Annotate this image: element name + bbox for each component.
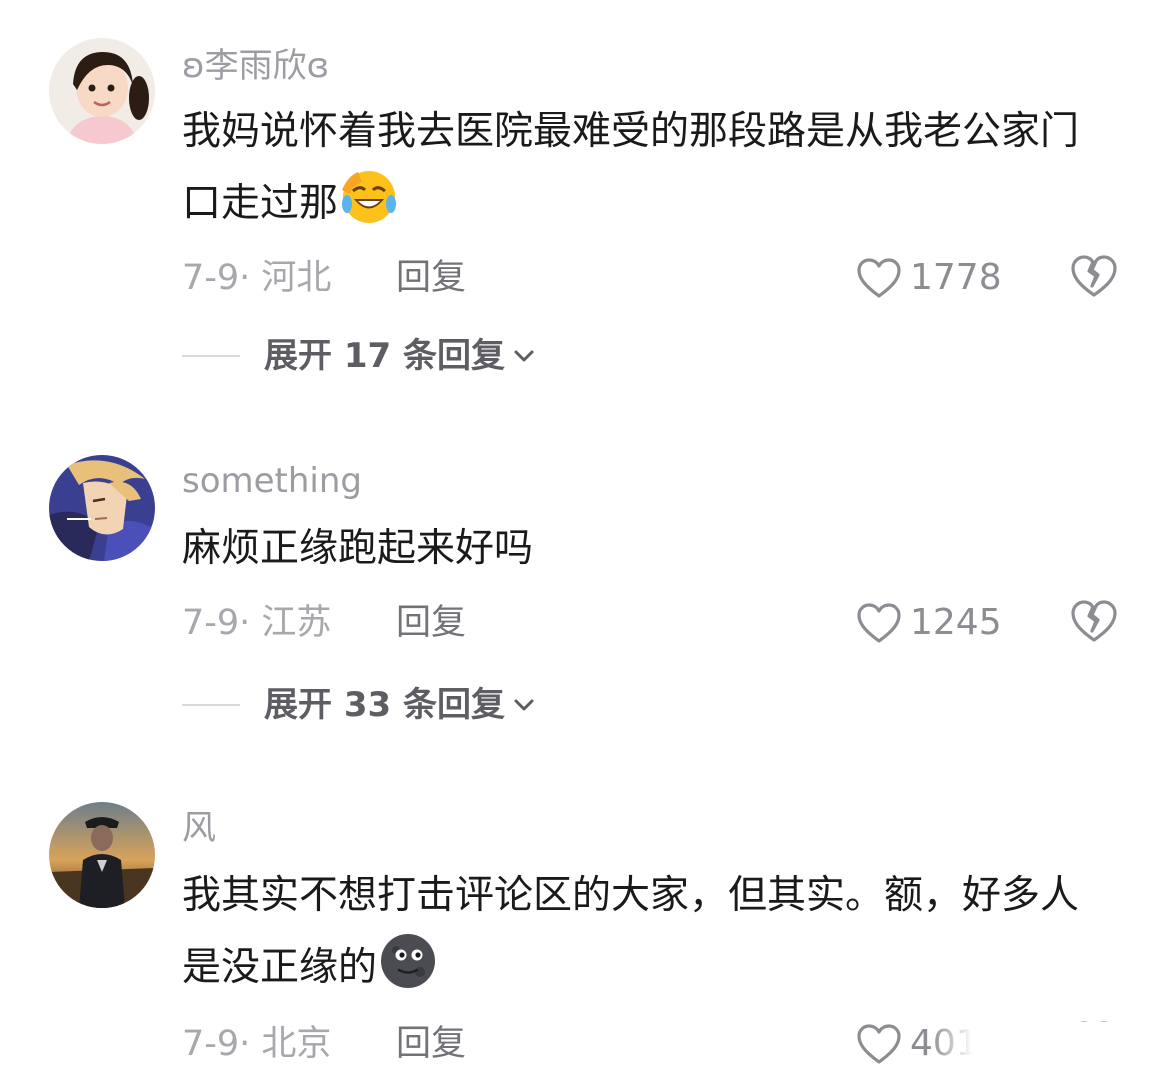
dislike-button[interactable] [1070,254,1118,298]
divider [182,704,240,706]
like-count: 1778 [910,257,1002,298]
divider [182,355,240,357]
broken-heart-icon [1071,255,1117,297]
new-moon-face-emoji [379,932,437,990]
comment-meta: 7-9· 江苏 [182,603,332,643]
dislike-button[interactable] [1070,599,1118,643]
comment-text: 我妈说怀着我去医院最难受的那段路是从我老公家门口走过那 [182,96,1117,240]
like-button[interactable]: 1778 [856,254,1002,302]
comment-meta: 7-9· 河北 [182,258,332,298]
username[interactable]: ʚ李雨欣ɞ [182,42,329,90]
username[interactable]: something [182,457,362,505]
like-count: 1245 [910,602,1002,643]
heart-outline-icon [857,258,901,298]
heart-outline-icon [857,1024,901,1064]
comment-text-content: 麻烦正缘跑起来好吗 [182,526,534,571]
comment-text-content: 我妈说怀着我去医院最难受的那段路是从我老公家门口走过那 [182,109,1080,226]
reply-button[interactable]: 回复 [396,599,466,647]
reply-button[interactable]: 回复 [396,1020,466,1068]
heart-outline-icon [857,603,901,643]
expand-replies[interactable]: 展开 33 条回复 [182,681,537,729]
like-button[interactable]: 1245 [856,599,1002,647]
comment-meta: 7-9· 北京 [182,1024,332,1064]
chevron-down-icon [514,350,534,362]
expand-replies-label: 展开 17 条回复 [264,336,505,376]
chevron-down-icon [514,699,534,711]
comment-text-content: 我其实不想打击评论区的大家，但其实。额，好多人是没正缘的 [182,873,1080,990]
avatar[interactable] [49,455,155,561]
rofl-emoji [340,168,398,226]
watermark-overlay [930,1022,1167,1080]
comment-text: 我其实不想打击评论区的大家，但其实。额，好多人是没正缘的 [182,860,1117,1004]
username[interactable]: 风 [182,804,216,852]
expand-replies[interactable]: 展开 17 条回复 [182,332,537,380]
avatar[interactable] [49,38,155,144]
avatar[interactable] [49,802,155,908]
expand-replies-label: 展开 33 条回复 [264,685,505,725]
comment-text: 麻烦正缘跑起来好吗 [182,513,1117,585]
broken-heart-icon [1071,600,1117,642]
reply-button[interactable]: 回复 [396,254,466,302]
